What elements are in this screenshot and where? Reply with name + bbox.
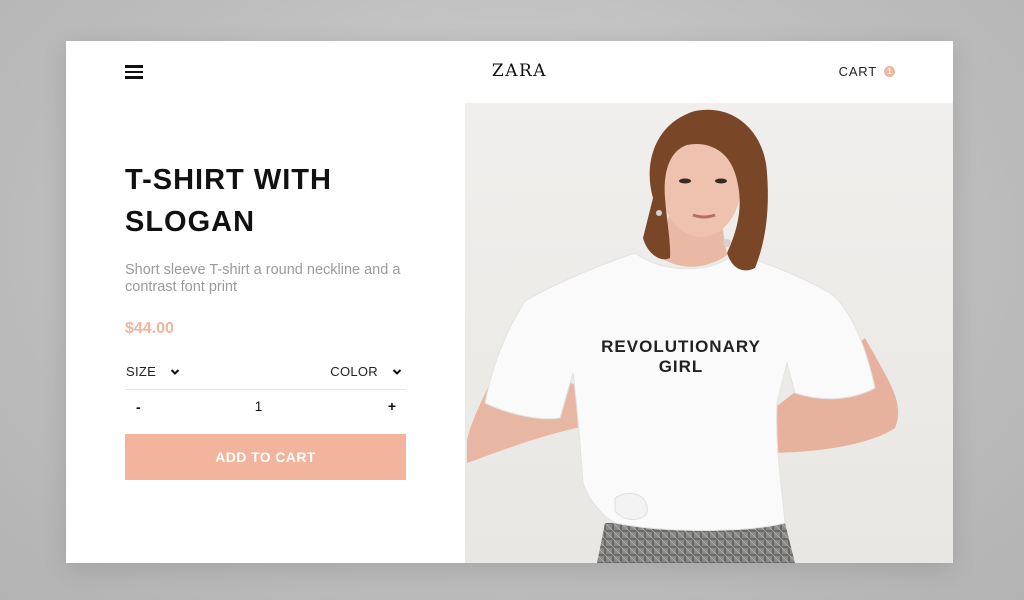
quantity-increase-button[interactable]: +: [388, 398, 396, 414]
cart-count-badge: 1: [884, 66, 895, 77]
chevron-down-icon: [170, 368, 180, 375]
color-label: COLOR: [330, 364, 378, 379]
header: ZARA CART 1: [66, 41, 953, 103]
color-select[interactable]: COLOR: [330, 364, 402, 379]
size-label: SIZE: [126, 364, 157, 379]
size-select[interactable]: SIZE: [126, 364, 180, 379]
product-title: T-SHIRT WITH SLOGAN: [125, 159, 425, 243]
product-card: ZARA CART 1 T-SHIRT WITH SLOGAN Short sl…: [66, 41, 953, 563]
cart-label: CART: [838, 64, 877, 79]
brand-logo[interactable]: ZARA: [66, 61, 953, 81]
product-title-line-2: SLOGAN: [125, 206, 256, 238]
add-to-cart-button[interactable]: ADD TO CART: [125, 434, 406, 480]
shirt-print-line-2: GIRL: [659, 357, 704, 376]
model-illustration: REVOLUTIONARY GIRL: [465, 103, 953, 563]
product-options: SIZE COLOR: [125, 359, 406, 390]
chevron-down-icon: [392, 368, 402, 375]
product-photo: REVOLUTIONARY GIRL: [465, 103, 953, 563]
shirt-print-line-1: REVOLUTIONARY: [601, 337, 761, 356]
product-price: $44.00: [125, 320, 174, 337]
quantity-value: 1: [254, 399, 263, 414]
quantity-stepper: - 1 +: [125, 391, 406, 423]
product-description: Short sleeve T-shirt a round neckline an…: [125, 262, 401, 295]
cart-link[interactable]: CART 1: [839, 64, 895, 79]
product-title-line-1: T-SHIRT WITH: [125, 164, 332, 196]
